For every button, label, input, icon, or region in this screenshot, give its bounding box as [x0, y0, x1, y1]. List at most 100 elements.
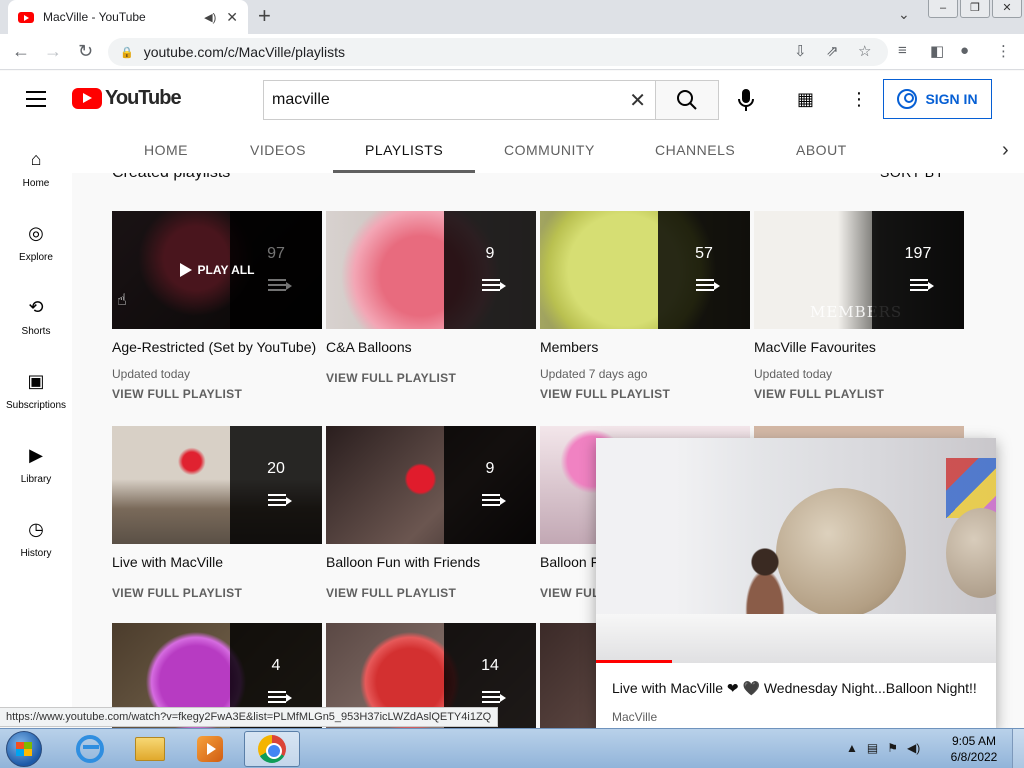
play-all-button[interactable]: PLAY ALL: [112, 211, 322, 329]
new-tab-button[interactable]: +: [258, 4, 271, 28]
profile-icon[interactable]: ●: [960, 42, 969, 59]
playlist-video-count: 57: [695, 245, 713, 262]
chrome-menu-icon[interactable]: ⋮: [996, 42, 1011, 60]
playlist-card[interactable]: 20 Live with MacVille VIEW FULL PLAYLIST: [112, 426, 322, 600]
library-icon: ▶: [29, 445, 43, 465]
playlist-thumbnail[interactable]: 9: [326, 211, 536, 329]
playlist-card[interactable]: 9 Balloon Fun with Friends VIEW FULL PLA…: [326, 426, 536, 600]
browser-toolbar: ← → ↻ 🔒 youtube.com/c/MacVille/playlists…: [0, 34, 1024, 70]
playlist-icon: [482, 279, 506, 291]
playlist-title[interactable]: C&A Balloons: [326, 339, 536, 355]
tab-videos[interactable]: VIDEOS: [250, 129, 306, 173]
apps-grid-icon[interactable]: ▦: [797, 89, 814, 110]
sign-in-button[interactable]: SIGN IN: [883, 79, 992, 119]
sidebar-item-history[interactable]: ◷ History: [0, 515, 72, 575]
share-icon[interactable]: ⇗: [826, 42, 839, 60]
playlist-card[interactable]: MEMBERS 197 MacVille Favourites Updated …: [754, 211, 964, 401]
hamburger-menu-icon[interactable]: [26, 91, 46, 107]
chevron-right-icon[interactable]: ›: [1002, 139, 1009, 162]
sidebar-item-explore[interactable]: ◎ Explore: [0, 219, 72, 279]
miniplayer-channel[interactable]: MacVille: [612, 710, 657, 724]
volume-icon[interactable]: ◀): [907, 741, 920, 755]
search-input[interactable]: macville ✕: [263, 80, 656, 120]
sidebar-item-label: Subscriptions: [5, 400, 67, 411]
playlist-thumbnail[interactable]: 97 PLAY ALL: [112, 211, 322, 329]
playlist-thumbnail[interactable]: 20: [112, 426, 322, 544]
clear-search-icon[interactable]: ✕: [629, 88, 646, 113]
playlist-video-count: 197: [904, 245, 932, 262]
playlist-thumbnail[interactable]: 57: [540, 211, 750, 329]
sidebar-item-library[interactable]: ▶ Library: [0, 441, 72, 501]
view-full-playlist-link[interactable]: VIEW FULL PLAYLIST: [112, 586, 322, 600]
view-full-playlist-link[interactable]: VIEW FULL PLAYLIST: [112, 387, 322, 401]
url-text[interactable]: youtube.com/c/MacVille/playlists: [144, 44, 345, 60]
playlist-count-overlay: 9: [444, 426, 536, 544]
start-button[interactable]: [6, 731, 42, 767]
view-full-playlist-link[interactable]: VIEW FULL PLAYLIST: [540, 387, 750, 401]
playlist-icon: [696, 279, 720, 291]
playlist-title[interactable]: Age-Restricted (Set by YouTube): [112, 339, 322, 355]
bookmark-star-icon[interactable]: ☆: [858, 42, 871, 60]
back-arrow-icon[interactable]: ←: [12, 41, 30, 62]
playlist-title[interactable]: Members: [540, 339, 750, 355]
playlist-updated: Updated today: [112, 367, 191, 381]
sidebar-item-subscriptions[interactable]: ▣ Subscriptions: [0, 367, 72, 427]
browser-tab[interactable]: MacVille - YouTube ◀) ✕: [8, 0, 248, 34]
miniplayer-video[interactable]: [596, 438, 996, 663]
playlist-thumbnail[interactable]: 9: [326, 426, 536, 544]
search-query[interactable]: macville: [272, 91, 629, 109]
tab-search-chevron-icon[interactable]: ⌄: [898, 6, 910, 23]
side-panel-icon[interactable]: ◧: [930, 42, 944, 60]
action-center-flag-icon[interactable]: ⚑: [887, 741, 898, 755]
miniplayer-progress-bar[interactable]: [596, 660, 672, 663]
tab-playlists[interactable]: PLAYLISTS: [333, 129, 476, 173]
view-full-playlist-link[interactable]: VIEW FULL PLAYLIST: [326, 586, 536, 600]
miniplayer[interactable]: Live with MacVille ❤ 🖤 Wednesday Night..…: [596, 438, 996, 730]
playlist-title[interactable]: Balloon Fun with Friends: [326, 554, 536, 570]
forward-arrow-icon[interactable]: →: [44, 41, 62, 62]
view-full-playlist-link[interactable]: VIEW FULL PLAYLIST: [754, 387, 964, 401]
youtube-logo[interactable]: YouTube: [72, 87, 182, 110]
settings-more-icon[interactable]: ⋮: [850, 89, 868, 110]
voice-search-button[interactable]: [736, 88, 756, 117]
network-icon[interactable]: ▤: [867, 741, 878, 755]
chrome-icon: [258, 735, 286, 763]
sidebar-item-label: Home: [22, 178, 50, 189]
tab-about[interactable]: ABOUT: [796, 129, 847, 173]
playlist-title[interactable]: MacVille Favourites: [754, 339, 964, 355]
lock-icon[interactable]: 🔒: [120, 46, 134, 59]
folder-icon: [135, 737, 165, 761]
taskbar-internet-explorer[interactable]: [62, 731, 118, 767]
tab-channels[interactable]: CHANNELS: [655, 129, 735, 173]
playlist-card[interactable]: 97 PLAY ALL Age-Restricted (Set by YouTu…: [112, 211, 322, 401]
media-control-icon[interactable]: ≡: [898, 42, 907, 59]
install-app-icon[interactable]: ⇩: [794, 42, 807, 60]
sidebar-item-home[interactable]: ⌂ Home: [0, 145, 72, 205]
taskbar-media-player[interactable]: [182, 731, 238, 767]
maximize-button[interactable]: ❐: [960, 0, 990, 18]
taskbar-file-explorer[interactable]: [122, 731, 178, 767]
taskbar-chrome[interactable]: [244, 731, 300, 767]
tab-home[interactable]: HOME: [144, 129, 188, 173]
close-window-button[interactable]: ✕: [992, 0, 1022, 18]
reload-icon[interactable]: ↻: [78, 41, 93, 62]
speaker-icon[interactable]: ◀): [204, 11, 216, 24]
system-tray: ▲ ▤ ⚑ ◀): [846, 741, 920, 755]
playlist-icon: [482, 494, 506, 506]
show-hidden-icons-icon[interactable]: ▲: [846, 741, 858, 755]
playlist-thumbnail[interactable]: MEMBERS 197: [754, 211, 964, 329]
search-button[interactable]: [655, 80, 719, 120]
taskbar-clock[interactable]: 9:05 AM 6/8/2022: [944, 733, 1004, 765]
address-bar[interactable]: 🔒 youtube.com/c/MacVille/playlists: [108, 38, 888, 66]
tab-close-icon[interactable]: ✕: [226, 9, 238, 26]
sidebar-item-label: Explore: [19, 252, 53, 263]
view-full-playlist-link[interactable]: VIEW FULL PLAYLIST: [326, 371, 536, 385]
minimize-button[interactable]: –: [928, 0, 958, 18]
playlist-title[interactable]: Live with MacVille: [112, 554, 322, 570]
playlist-card[interactable]: 57 Members Updated 7 days ago VIEW FULL …: [540, 211, 750, 401]
playlist-card[interactable]: 9 C&A Balloons VIEW FULL PLAYLIST: [326, 211, 536, 385]
sidebar-item-shorts[interactable]: ⟲ Shorts: [0, 293, 72, 353]
show-desktop-button[interactable]: [1012, 729, 1024, 768]
tab-community[interactable]: COMMUNITY: [504, 129, 595, 173]
miniplayer-title[interactable]: Live with MacVille ❤ 🖤 Wednesday Night..…: [612, 680, 977, 697]
